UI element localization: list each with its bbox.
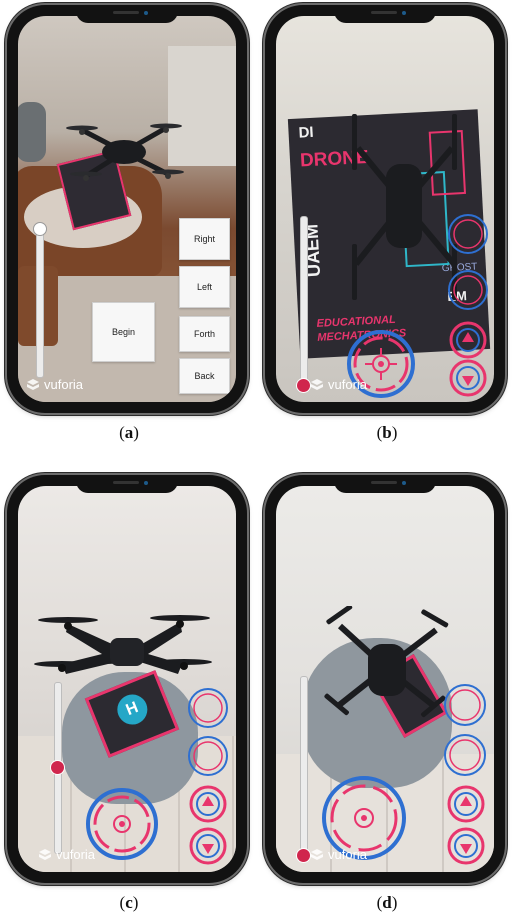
vuforia-brand-text: vuforia — [44, 377, 84, 392]
vuforia-brand-text: vuforia — [328, 847, 368, 862]
poster-text-di: DI — [298, 123, 315, 142]
vuforia-watermark: vuforia — [310, 377, 367, 392]
rotate-icon[interactable] — [446, 212, 490, 256]
up-arrow-icon[interactable] — [446, 784, 486, 824]
vuforia-brand-text: vuforia — [328, 377, 368, 392]
down-arrow-icon[interactable] — [448, 358, 488, 398]
drone-icon — [34, 615, 212, 674]
vuforia-brand-text: vuforia — [56, 847, 96, 862]
right-button[interactable]: Right — [179, 218, 230, 260]
vuforia-logo-icon — [39, 848, 51, 860]
phone-screen: H vuforia — [18, 486, 236, 872]
panel-d: vuforia (d) — [263, 473, 513, 913]
up-arrow-icon[interactable] — [448, 320, 488, 360]
drone-icon — [66, 123, 184, 181]
phone-notch — [334, 5, 436, 23]
caption-c: (c) — [119, 893, 139, 912]
phone-frame: Right Left Begin Forth Back vuforia — [7, 5, 247, 413]
altitude-slider-knob[interactable] — [50, 760, 65, 775]
panel-a: Right Left Begin Forth Back vuforia (a) — [5, 3, 255, 443]
drone-icon — [324, 606, 449, 718]
phone-notch — [76, 5, 178, 23]
caption-b: (b) — [376, 423, 398, 442]
panel-c: H vuforia (c) — [5, 473, 255, 913]
vuforia-logo-icon — [27, 378, 39, 390]
phone-frame: DI DRONE UAEM EDUCATIONAL MECHATRONICS E… — [265, 5, 505, 413]
altitude-slider-track[interactable] — [300, 676, 308, 858]
panel-b: DI DRONE UAEM EDUCATIONAL MECHATRONICS E… — [263, 3, 513, 443]
up-arrow-icon[interactable] — [188, 784, 228, 824]
caption-a: (a) — [119, 423, 139, 442]
phone-frame: vuforia — [265, 475, 505, 883]
altitude-slider-knob[interactable] — [296, 378, 311, 393]
phone-screen: vuforia — [276, 486, 494, 872]
rotate-icon[interactable] — [446, 268, 490, 312]
pad-letter: H — [112, 690, 152, 730]
vuforia-logo-icon — [311, 848, 323, 860]
vuforia-watermark: vuforia — [310, 847, 367, 862]
phone-notch — [76, 475, 178, 493]
phone-notch — [334, 475, 436, 493]
rotate-icon[interactable] — [186, 734, 230, 778]
vuforia-watermark: vuforia — [38, 847, 95, 862]
phone-frame: H vuforia — [7, 475, 247, 883]
altitude-slider-track[interactable] — [36, 226, 44, 378]
vase — [18, 102, 46, 162]
forth-button[interactable]: Forth — [179, 316, 230, 352]
phone-screen: DI DRONE UAEM EDUCATIONAL MECHATRONICS E… — [276, 16, 494, 402]
vuforia-logo-icon — [311, 378, 323, 390]
phone-screen: Right Left Begin Forth Back vuforia — [18, 16, 236, 402]
altitude-slider-track[interactable] — [300, 216, 308, 388]
caption-d: (d) — [376, 893, 398, 912]
begin-button[interactable]: Begin — [92, 302, 155, 362]
rotate-icon[interactable] — [442, 682, 488, 728]
vuforia-watermark: vuforia — [26, 377, 83, 392]
down-arrow-icon[interactable] — [188, 826, 228, 866]
rotate-icon[interactable] — [442, 732, 488, 778]
altitude-slider-knob[interactable] — [33, 222, 47, 236]
left-button[interactable]: Left — [179, 266, 230, 308]
rotate-icon[interactable] — [186, 686, 230, 730]
back-button[interactable]: Back — [179, 358, 230, 394]
altitude-slider-knob[interactable] — [296, 848, 311, 863]
down-arrow-icon[interactable] — [446, 826, 486, 866]
